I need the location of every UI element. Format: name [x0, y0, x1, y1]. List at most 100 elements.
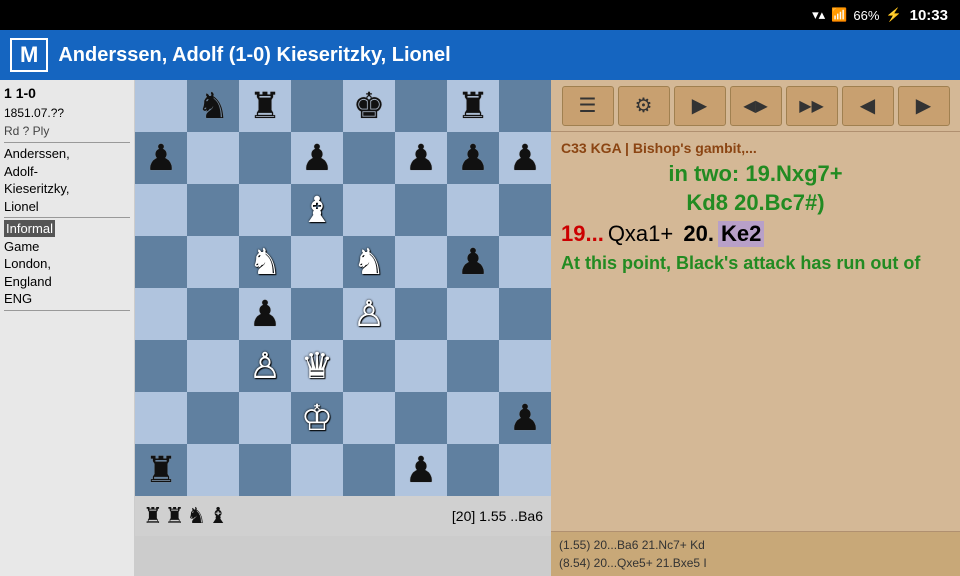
chess-square-1-2[interactable] [239, 132, 291, 184]
chess-piece: ♟ [301, 137, 333, 179]
black-name-2: Lionel [4, 199, 39, 214]
chess-square-5-0[interactable] [135, 340, 187, 392]
chess-square-7-0[interactable]: ♜ [135, 444, 187, 496]
chess-square-5-2[interactable]: ♙ [239, 340, 291, 392]
chess-piece: ♛ [301, 345, 333, 387]
event-line-1: Informal [4, 220, 55, 237]
chess-square-6-3[interactable]: ♔ [291, 392, 343, 444]
chess-square-6-1[interactable] [187, 392, 239, 444]
chess-square-5-3[interactable]: ♛ [291, 340, 343, 392]
chess-square-4-3[interactable] [291, 288, 343, 340]
chess-square-3-0[interactable] [135, 236, 187, 288]
chess-piece: ♟ [509, 397, 541, 439]
chess-square-7-6[interactable] [447, 444, 499, 496]
chess-square-6-5[interactable] [395, 392, 447, 444]
board-bottom: ♜ ♜ ♞ ♝ [20] 1.55 ..Ba6 [135, 496, 551, 536]
analysis-text-content: At this point, Black's attack has run ou… [561, 253, 920, 273]
chess-square-1-3[interactable]: ♟ [291, 132, 343, 184]
chess-square-4-1[interactable] [187, 288, 239, 340]
chess-piece: ♝ [301, 189, 333, 231]
chess-square-3-2[interactable]: ♞ [239, 236, 291, 288]
chess-square-2-6[interactable] [447, 184, 499, 236]
chess-piece: ♜ [249, 85, 281, 127]
chess-square-7-3[interactable] [291, 444, 343, 496]
chess-board[interactable]: ♞♜♚♜♟♟♟♟♟♝♞♞♟♟♙♙♛♔♟♜♟ [135, 80, 551, 496]
fast-forward-button[interactable]: ▶▶ [786, 86, 838, 126]
chess-square-6-7[interactable]: ♟ [499, 392, 551, 444]
chess-square-1-7[interactable]: ♟ [499, 132, 551, 184]
chess-square-1-5[interactable]: ♟ [395, 132, 447, 184]
settings-button[interactable]: ⚙ [618, 86, 670, 126]
chess-square-7-4[interactable] [343, 444, 395, 496]
chess-square-2-1[interactable] [187, 184, 239, 236]
chess-square-0-4[interactable]: ♚ [343, 80, 395, 132]
chess-square-1-0[interactable]: ♟ [135, 132, 187, 184]
battery-percent: 66% [853, 8, 879, 23]
eval-line-1: (1.55) 20...Ba6 21.Nc7+ Kd [559, 536, 952, 554]
chess-square-4-4[interactable]: ♙ [343, 288, 395, 340]
chess-square-4-5[interactable] [395, 288, 447, 340]
mate-line-1: in two: 19.Nxg7+ [668, 161, 842, 186]
bottom-rook2: ♜ [165, 503, 185, 529]
chess-square-4-0[interactable] [135, 288, 187, 340]
chess-square-3-7[interactable] [499, 236, 551, 288]
chess-square-0-6[interactable]: ♜ [447, 80, 499, 132]
chess-square-5-7[interactable] [499, 340, 551, 392]
bottom-pieces: ♜ ♜ ♞ ♝ [143, 503, 228, 529]
menu-button[interactable]: ☰ [562, 86, 614, 126]
chess-square-0-3[interactable] [291, 80, 343, 132]
chess-square-6-2[interactable] [239, 392, 291, 444]
white-name-1: Anderssen, [4, 146, 70, 161]
chess-square-4-6[interactable] [447, 288, 499, 340]
black-name-1: Kieseritzky, [4, 181, 70, 196]
chess-square-2-5[interactable] [395, 184, 447, 236]
chess-square-6-6[interactable] [447, 392, 499, 444]
chess-square-4-2[interactable]: ♟ [239, 288, 291, 340]
chess-square-6-0[interactable] [135, 392, 187, 444]
chess-square-5-6[interactable] [447, 340, 499, 392]
game-result: 1-0 [16, 85, 36, 101]
chess-square-0-1[interactable]: ♞ [187, 80, 239, 132]
chess-square-4-7[interactable] [499, 288, 551, 340]
chess-square-3-5[interactable] [395, 236, 447, 288]
chess-square-0-7[interactable] [499, 80, 551, 132]
main-content: 1 1-0 1851.07.?? Rd ? Ply Anderssen, Ado… [0, 80, 960, 576]
chess-square-2-7[interactable] [499, 184, 551, 236]
chess-square-0-0[interactable] [135, 80, 187, 132]
forward-button[interactable]: ▶ [898, 86, 950, 126]
back-button[interactable]: ◀ [842, 86, 894, 126]
chess-square-3-3[interactable] [291, 236, 343, 288]
location-line-1: London, [4, 256, 51, 271]
game-rd-ply: Rd ? Ply [4, 124, 49, 138]
chess-square-7-2[interactable] [239, 444, 291, 496]
chess-square-0-2[interactable]: ♜ [239, 80, 291, 132]
chess-square-5-1[interactable] [187, 340, 239, 392]
play-button[interactable]: ▶ [674, 86, 726, 126]
chess-square-5-4[interactable] [343, 340, 395, 392]
header-prefix[interactable]: M [10, 38, 48, 72]
chess-square-2-0[interactable] [135, 184, 187, 236]
chess-square-3-1[interactable] [187, 236, 239, 288]
chess-piece: ♚ [353, 85, 385, 127]
chess-square-2-4[interactable] [343, 184, 395, 236]
chess-square-0-5[interactable] [395, 80, 447, 132]
chess-square-7-5[interactable]: ♟ [395, 444, 447, 496]
game-date: 1851.07.?? [4, 106, 64, 120]
chess-square-2-2[interactable] [239, 184, 291, 236]
move-number-red: 19... [561, 221, 604, 247]
prev-next-button[interactable]: ◀▶ [730, 86, 782, 126]
chess-square-1-4[interactable] [343, 132, 395, 184]
chess-square-3-4[interactable]: ♞ [343, 236, 395, 288]
header-title: Anderssen, Adolf (1-0) Kieseritzky, Lion… [58, 44, 450, 67]
chess-square-7-7[interactable] [499, 444, 551, 496]
chess-square-1-6[interactable]: ♟ [447, 132, 499, 184]
chess-square-5-5[interactable] [395, 340, 447, 392]
chess-square-7-1[interactable] [187, 444, 239, 496]
chess-square-2-3[interactable]: ♝ [291, 184, 343, 236]
chess-piece: ♟ [405, 449, 437, 491]
chess-piece: ♜ [145, 449, 177, 491]
chess-square-3-6[interactable]: ♟ [447, 236, 499, 288]
divider-1 [4, 142, 130, 143]
chess-square-6-4[interactable] [343, 392, 395, 444]
chess-square-1-1[interactable] [187, 132, 239, 184]
